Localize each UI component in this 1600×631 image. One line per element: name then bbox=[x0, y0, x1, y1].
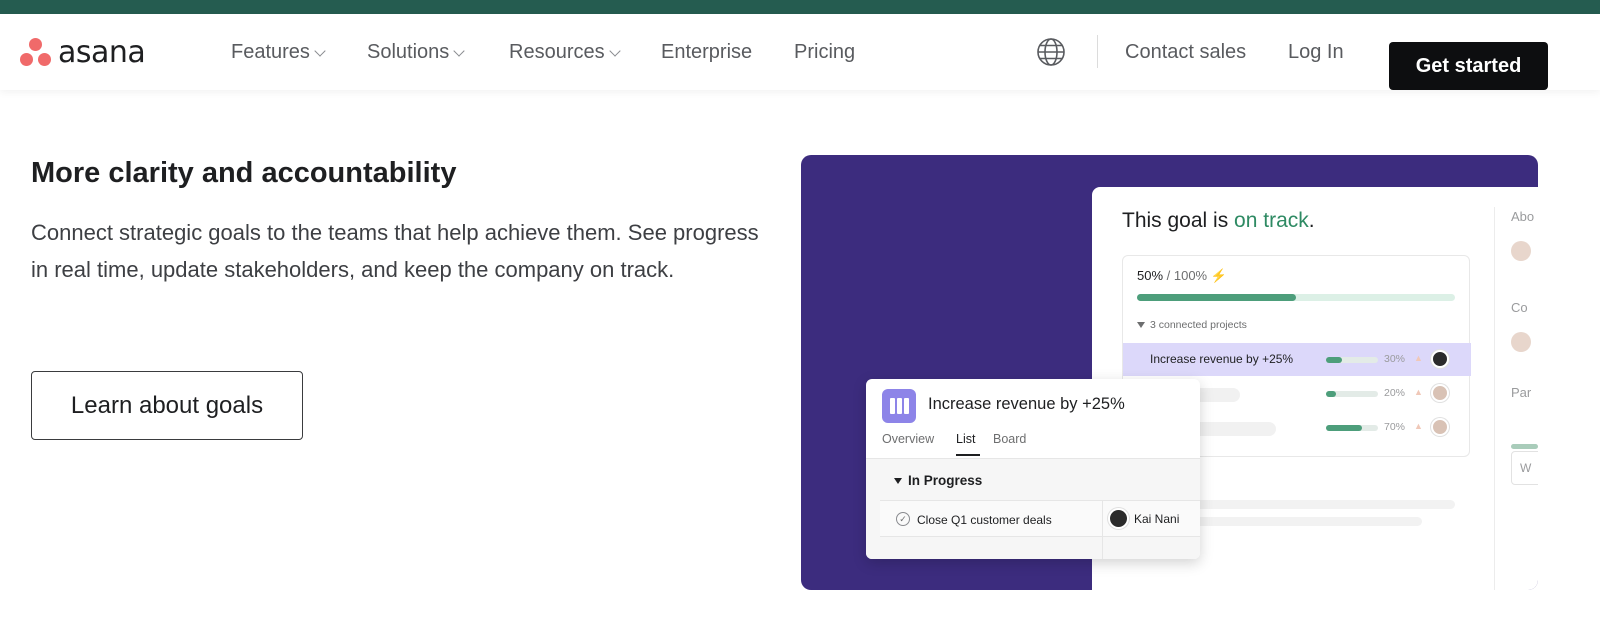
get-started-button[interactable]: Get started bbox=[1389, 42, 1548, 90]
avatar bbox=[1110, 510, 1127, 527]
task-name: Close Q1 customer deals bbox=[917, 513, 1052, 527]
logo-wordmark: asana bbox=[58, 34, 146, 70]
task-list: In Progress ✓ Close Q1 customer deals Ka… bbox=[866, 458, 1200, 559]
goal-progress-fill bbox=[1137, 294, 1296, 301]
project-progress-fill bbox=[1326, 391, 1337, 397]
trend-up-icon: ▲ bbox=[1414, 353, 1423, 363]
top-navigation: asana Features Solutions Resources Enter… bbox=[0, 14, 1600, 90]
tab-board[interactable]: Board bbox=[993, 432, 1026, 446]
nav-resources-label: Resources bbox=[509, 41, 605, 63]
project-percent: 20% bbox=[1384, 387, 1406, 399]
active-tab-indicator bbox=[956, 454, 980, 456]
chevron-down-icon bbox=[608, 44, 621, 57]
column-divider bbox=[1102, 501, 1103, 559]
nav-features[interactable]: Features bbox=[231, 41, 326, 64]
nav-solutions-label: Solutions bbox=[367, 41, 450, 63]
check-circle-icon[interactable]: ✓ bbox=[896, 512, 910, 526]
card-column-divider bbox=[1494, 207, 1495, 590]
goal-title-suffix: . bbox=[1308, 209, 1315, 232]
avatar bbox=[1431, 350, 1449, 368]
trend-up-icon: ▲ bbox=[1414, 387, 1423, 397]
connected-projects-label: 3 connected projects bbox=[1150, 319, 1247, 331]
lightning-icon: ⚡ bbox=[1210, 268, 1227, 283]
project-progress-bar bbox=[1326, 391, 1378, 397]
goal-status-text: on track bbox=[1234, 209, 1309, 232]
goal-progress-label: 50% / 100% ⚡ bbox=[1137, 268, 1227, 284]
contact-sales-label: Contact sales bbox=[1125, 41, 1247, 63]
side-panel-label: Par bbox=[1511, 385, 1532, 400]
project-progress-bar bbox=[1326, 425, 1378, 431]
task-assignee: Kai Nani bbox=[1134, 512, 1180, 526]
nav-enterprise-label: Enterprise bbox=[661, 41, 753, 63]
avatar bbox=[1511, 241, 1531, 261]
nav-solutions[interactable]: Solutions bbox=[367, 41, 465, 64]
side-panel-label: Co bbox=[1511, 300, 1528, 315]
asana-logo[interactable]: asana bbox=[20, 34, 146, 70]
project-popup-card: Increase revenue by +25% Overview List B… bbox=[866, 379, 1200, 559]
avatar bbox=[1431, 384, 1449, 402]
top-accent-bar bbox=[0, 0, 1600, 14]
goal-progress-target: / 100% bbox=[1163, 268, 1208, 283]
chevron-down-icon bbox=[314, 44, 326, 57]
nav-features-label: Features bbox=[231, 41, 310, 63]
section-toggle[interactable]: In Progress bbox=[894, 473, 982, 488]
side-progress-bar bbox=[1511, 444, 1538, 449]
goal-progress-bar bbox=[1137, 294, 1455, 301]
project-progress-fill bbox=[1326, 425, 1363, 431]
login-label: Log In bbox=[1288, 41, 1344, 63]
side-input-box[interactable]: W bbox=[1511, 451, 1538, 485]
tab-list[interactable]: List bbox=[956, 432, 975, 446]
nav-divider bbox=[1097, 35, 1098, 68]
triangle-down-icon bbox=[894, 477, 902, 484]
project-title: Increase revenue by +25% bbox=[928, 395, 1125, 413]
project-progress-fill bbox=[1326, 357, 1342, 363]
nav-pricing-label: Pricing bbox=[794, 41, 856, 63]
goal-progress-value: 50% bbox=[1137, 268, 1164, 283]
avatar bbox=[1511, 332, 1531, 352]
connected-projects-toggle[interactable]: 3 connected projects bbox=[1137, 319, 1247, 331]
side-panel-label: Abo bbox=[1511, 209, 1535, 224]
task-row[interactable]: ✓ Close Q1 customer deals Kai Nani bbox=[880, 500, 1200, 559]
tab-overview[interactable]: Overview bbox=[882, 432, 934, 446]
chevron-down-icon bbox=[453, 44, 465, 57]
project-name: Increase revenue by +25% bbox=[1150, 352, 1294, 366]
avatar bbox=[1431, 418, 1449, 436]
project-progress-bar bbox=[1326, 357, 1378, 363]
globe-icon[interactable] bbox=[1036, 37, 1066, 67]
section-label: In Progress bbox=[908, 473, 983, 488]
project-percent: 30% bbox=[1384, 353, 1406, 365]
triangle-down-icon bbox=[1137, 322, 1145, 328]
trend-up-icon: ▲ bbox=[1414, 421, 1423, 431]
connected-project-row[interactable]: Increase revenue by +25% 30% ▲ bbox=[1123, 343, 1471, 376]
asana-logo-icon bbox=[20, 37, 52, 67]
login-link[interactable]: Log In bbox=[1288, 41, 1344, 64]
section-description: Connect strategic goals to the teams tha… bbox=[31, 220, 759, 282]
project-percent: 70% bbox=[1384, 421, 1406, 433]
nav-resources[interactable]: Resources bbox=[509, 41, 621, 64]
goal-status-title: This goal is on track. bbox=[1122, 209, 1315, 233]
board-icon bbox=[882, 389, 916, 423]
nav-pricing[interactable]: Pricing bbox=[794, 41, 855, 64]
contact-sales-link[interactable]: Contact sales bbox=[1125, 41, 1246, 64]
goal-title-prefix: This goal is bbox=[1122, 209, 1235, 232]
nav-enterprise[interactable]: Enterprise bbox=[661, 41, 752, 64]
section-headline: More clarity and accountability bbox=[31, 157, 457, 189]
learn-about-goals-button[interactable]: Learn about goals bbox=[31, 371, 303, 440]
